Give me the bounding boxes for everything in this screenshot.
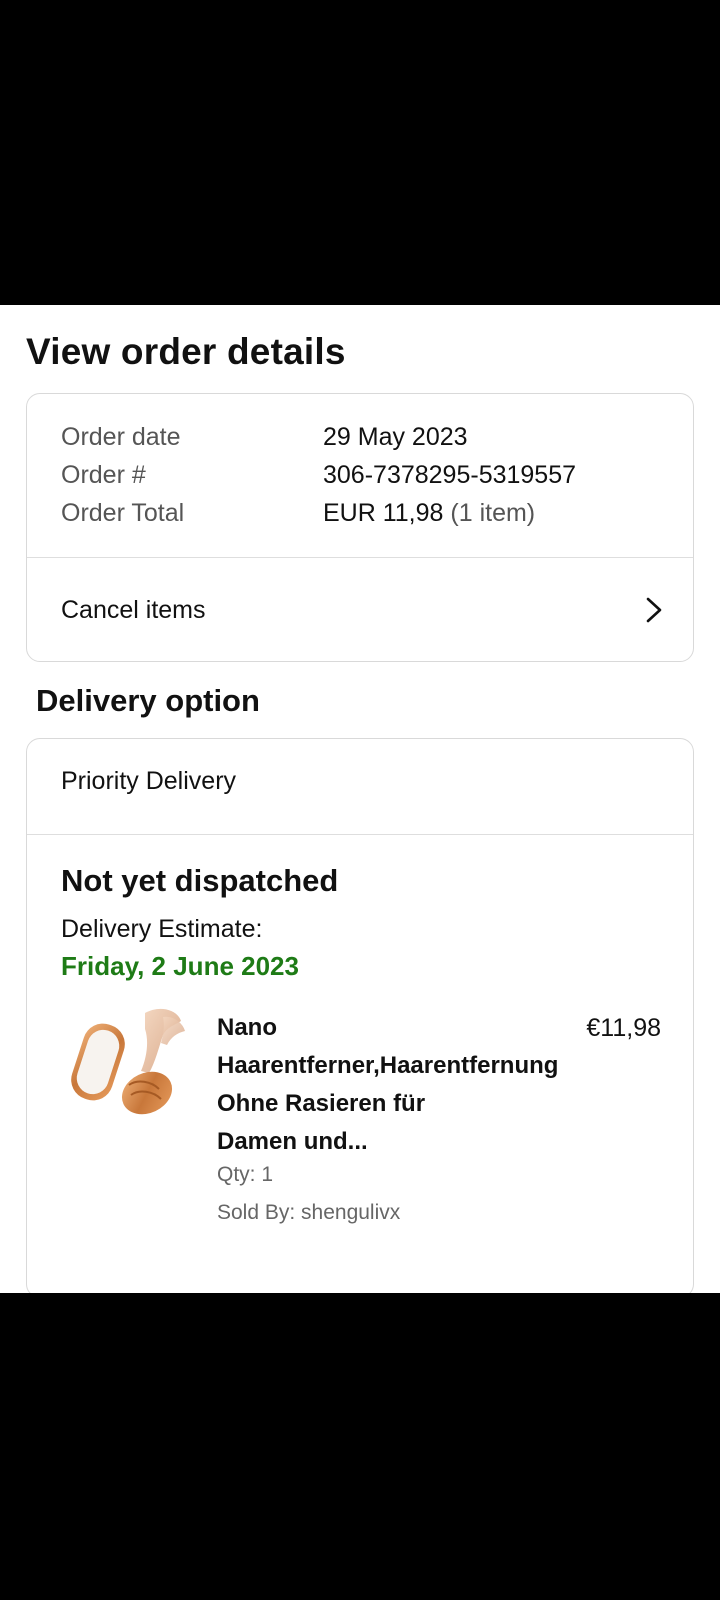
chevron-right-icon [646,597,662,623]
product-title-line-1: Nano [217,1014,277,1041]
delivery-estimate-date: Friday, 2 June 2023 [61,951,299,981]
delivery-option-label: Priority Delivery [61,767,237,795]
product-image[interactable] [67,1001,191,1125]
order-total-value-wrap: EUR 11,98 (1 item) [323,499,535,528]
order-summary-card: Order date 29 May 2023 Order # 306-73782… [26,393,694,662]
page-title: View order details [26,331,346,372]
delivery-card: Priority Delivery Not yet dispatched Del… [26,738,694,1293]
order-number-value: 306-7378295-5319557 [323,460,577,489]
product-title-line-4: Damen und... [217,1128,368,1155]
product-price: €11,98 [586,1014,661,1042]
product-seller: Sold By: shengulivx [217,1201,401,1224]
delivery-option-heading: Delivery option [36,683,260,718]
bottom-black-bar [0,1293,720,1600]
product-title-link[interactable]: Nano Haarentferner,Haarentfernung Ohne R… [217,1009,637,1161]
order-summary-rows: Order date 29 May 2023 Order # 306-73782… [61,418,576,532]
order-date-value: 29 May 2023 [323,422,468,451]
shipment-status: Not yet dispatched [61,863,339,898]
delivery-divider [27,834,693,835]
order-total-label: Order Total [61,498,185,527]
order-number-row: Order # 306-7378295-5319557 [61,456,576,494]
order-details-page: View order details Order date 29 May 202… [0,305,720,1293]
order-total-item-count: (1 item) [450,498,536,527]
cancel-items-label: Cancel items [61,595,206,624]
product-title-line-2: Haarentferner,Haarentfernung [217,1052,559,1079]
top-black-bar [0,0,720,305]
product-quantity: Qty: 1 [217,1163,274,1186]
cancel-items-button[interactable]: Cancel items [27,558,693,662]
delivery-estimate-label: Delivery Estimate: [61,915,263,943]
order-total-value: EUR 11,98 [323,498,444,527]
order-total-row: Order Total EUR 11,98 (1 item) [61,494,576,532]
order-date-row: Order date 29 May 2023 [61,418,576,456]
order-number-label: Order # [61,460,146,489]
product-title-line-3: Ohne Rasieren für [217,1090,426,1117]
order-date-label: Order date [61,422,181,451]
